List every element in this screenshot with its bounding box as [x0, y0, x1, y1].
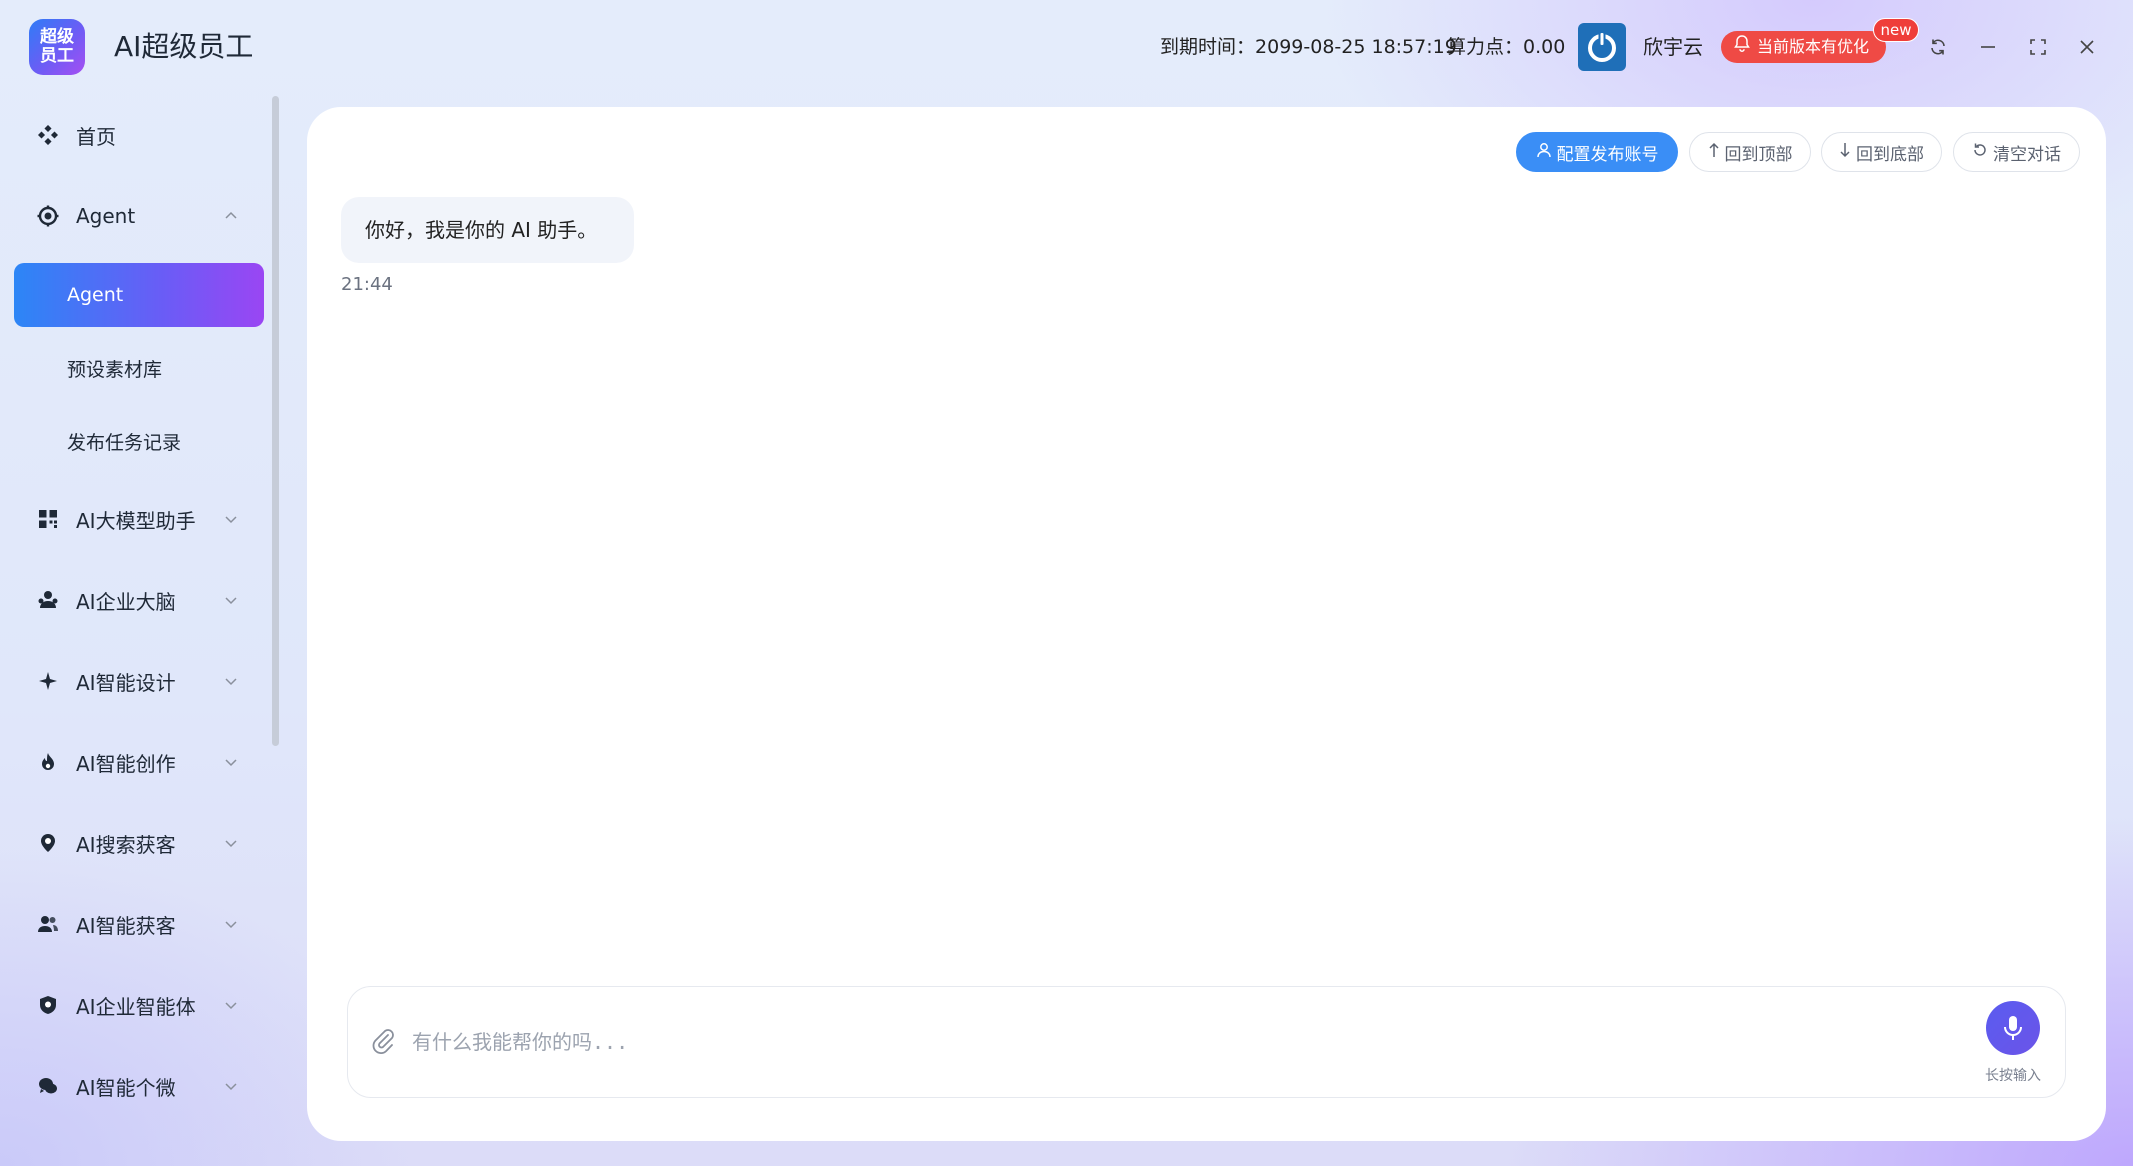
points-info: 算力点：0.00 [1447, 34, 1565, 60]
sidebar-item-agent[interactable]: Agent [14, 184, 264, 248]
message-input[interactable] [412, 1025, 1912, 1059]
chevron-down-icon [222, 915, 240, 933]
sidebar-item-label: AI企业大脑 [76, 589, 176, 614]
expire-label: 到期时间： [1160, 36, 1256, 58]
close-icon [2080, 40, 2094, 54]
assistant-message-bubble: 你好，我是你的 AI 助手。 [341, 197, 634, 263]
maximize-button[interactable] [2021, 30, 2055, 64]
scroll-to-bottom-label: 回到底部 [1856, 144, 1924, 165]
sidebar-subitem-preset-materials[interactable]: 预设素材库 [14, 336, 264, 400]
minimize-button[interactable] [1971, 30, 2005, 64]
sidebar-scrollbar[interactable] [272, 96, 279, 746]
sidebar-item-label: Agent [76, 204, 136, 228]
chevron-down-icon [222, 510, 240, 528]
chevron-down-icon [222, 591, 240, 609]
app-logo: 超级员工 [29, 19, 85, 75]
design-icon [36, 669, 60, 693]
voice-input-hint: 长按输入 [1985, 1068, 2041, 1084]
sidebar: 首页 Agent Agent 预设素材库 发布任务记录 AI大模型助手 AI企业… [0, 94, 280, 1166]
bell-icon [1733, 31, 1751, 63]
chevron-down-icon [222, 672, 240, 690]
paperclip-icon[interactable] [370, 1027, 398, 1055]
chevron-down-icon [222, 996, 240, 1014]
microphone-icon [2004, 1016, 2022, 1040]
chevron-down-icon [222, 753, 240, 771]
sidebar-item-label: 首页 [76, 124, 116, 149]
maximize-icon [2030, 39, 2046, 55]
agent-icon [36, 204, 60, 228]
app-logo-text: 超级员工 [40, 27, 74, 66]
voice-input-button[interactable] [1986, 1001, 2040, 1055]
home-icon [36, 123, 60, 147]
sidebar-subitem-label: Agent [67, 284, 124, 306]
refresh-button[interactable] [1921, 30, 1955, 64]
sidebar-item-label: AI大模型助手 [76, 508, 196, 533]
chevron-down-icon [222, 1077, 240, 1095]
sidebar-item-label: AI智能创作 [76, 751, 176, 776]
sidebar-item-label: AI搜索获客 [76, 832, 176, 857]
sidebar-subitem-label: 发布任务记录 [67, 431, 182, 454]
sidebar-subitem-label: 预设素材库 [67, 358, 163, 381]
users-icon [36, 912, 60, 936]
new-badge: new [1873, 18, 1919, 42]
clear-conversation-label: 清空对话 [1993, 144, 2061, 165]
arrow-up-icon [1708, 142, 1720, 163]
sidebar-item-ai-design[interactable]: AI智能设计 [14, 649, 264, 713]
location-icon [36, 831, 60, 855]
points-label: 算力点： [1447, 36, 1524, 58]
sidebar-item-ai-enterprise-agent[interactable]: AI企业智能体 [14, 973, 264, 1037]
sidebar-item-ai-model-assistant[interactable]: AI大模型助手 [14, 487, 264, 551]
arrow-down-icon [1839, 142, 1851, 163]
scroll-to-top-label: 回到顶部 [1724, 144, 1793, 165]
sidebar-subitem-agent[interactable]: Agent [14, 263, 264, 327]
points-value: 0.00 [1523, 36, 1566, 58]
scroll-to-top-button[interactable]: 回到顶部 [1689, 132, 1811, 172]
provider-name[interactable]: 欣宇云 [1643, 34, 1703, 60]
sidebar-subitem-publish-records[interactable]: 发布任务记录 [14, 409, 264, 473]
sidebar-item-ai-smart-leads[interactable]: AI智能获客 [14, 892, 264, 956]
minimize-icon [1981, 46, 1995, 48]
sidebar-item-ai-creation[interactable]: AI智能创作 [14, 730, 264, 794]
shield-icon [36, 993, 60, 1017]
expire-info: 到期时间：2099-08-25 18:57:19 [1160, 34, 1457, 60]
title-bar: 超级员工 AI超级员工 到期时间：2099-08-25 18:57:19 算力点… [0, 0, 2133, 94]
message-timestamp: 21:44 [341, 274, 393, 295]
sidebar-item-home[interactable]: 首页 [14, 103, 264, 167]
expire-value: 2099-08-25 18:57:19 [1255, 36, 1457, 58]
close-button[interactable] [2070, 30, 2104, 64]
chat-icon [36, 1074, 60, 1098]
chevron-up-icon [222, 207, 240, 225]
user-icon [1536, 142, 1552, 163]
chat-panel: 配置发布账号 回到顶部 回到底部 清空对话 你好，我是你的 AI 助手。 21:… [307, 107, 2106, 1141]
sidebar-item-ai-personal-wechat[interactable]: AI智能个微 [14, 1054, 264, 1118]
update-notice-button[interactable]: 当前版本有优化 [1721, 31, 1886, 63]
sidebar-item-label: AI智能获客 [76, 913, 176, 938]
chevron-down-icon [222, 834, 240, 852]
sidebar-item-label: AI智能个微 [76, 1075, 176, 1100]
fire-icon [36, 750, 60, 774]
scroll-to-bottom-button[interactable]: 回到底部 [1821, 132, 1942, 172]
config-publish-account-button[interactable]: 配置发布账号 [1516, 132, 1678, 172]
update-notice-label: 当前版本有优化 [1757, 37, 1870, 56]
sidebar-item-label: AI智能设计 [76, 670, 176, 695]
sidebar-item-ai-search-leads[interactable]: AI搜索获客 [14, 811, 264, 875]
model-icon [36, 507, 60, 531]
sidebar-item-ai-enterprise-brain[interactable]: AI企业大脑 [14, 568, 264, 632]
sidebar-item-label: AI企业智能体 [76, 994, 196, 1019]
message-composer: 长按输入 [347, 986, 2066, 1098]
provider-logo-icon[interactable] [1578, 23, 1626, 71]
config-publish-account-label: 配置发布账号 [1556, 144, 1659, 165]
reset-icon [1972, 142, 1988, 163]
app-title: AI超级员工 [114, 30, 254, 63]
clear-conversation-button[interactable]: 清空对话 [1953, 132, 2080, 172]
refresh-icon [1931, 39, 1945, 55]
brain-icon [36, 588, 60, 612]
